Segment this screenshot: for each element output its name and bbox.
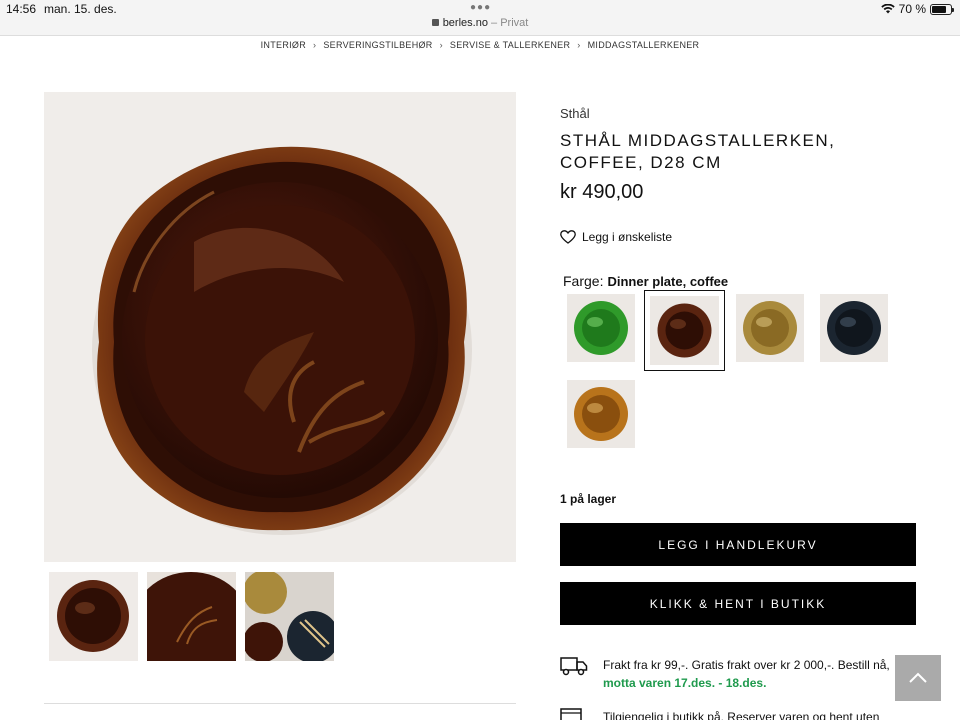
thumbnail-1[interactable] xyxy=(49,572,138,661)
product-title: STHÅL MIDDAGSTALLERKEN, COFFEE, D28 CM xyxy=(560,131,836,172)
add-to-cart-button[interactable]: LEGG I HANDLEKURV xyxy=(560,523,916,566)
thumbnail-3[interactable] xyxy=(245,572,334,661)
selected-color-value: Dinner plate, coffee xyxy=(607,274,729,289)
status-indicators: 70 % xyxy=(880,2,954,16)
store-availability: Tilgjengelig i butikk på. Reserver varen… xyxy=(560,706,960,720)
lock-icon xyxy=(431,19,439,26)
chevron-right-icon: › xyxy=(577,40,581,50)
breadcrumb-item[interactable]: SERVISE & TALLERKENER xyxy=(450,40,570,50)
status-bar: 14:56 man. 15. des. ●●● berles.no – Priv… xyxy=(0,0,960,36)
breadcrumb-item[interactable]: MIDDAGSTALLERKENER xyxy=(588,40,700,50)
product-main-image[interactable] xyxy=(44,92,516,562)
tab-dots-icon[interactable]: ●●● xyxy=(470,2,491,13)
color-label: Farge: Dinner plate, coffee xyxy=(563,273,729,289)
url-domain: berles.no xyxy=(442,17,488,29)
status-time: 14:56 xyxy=(6,2,37,16)
divider xyxy=(44,703,516,704)
heart-icon xyxy=(560,230,576,244)
status-date: man. 15. des. xyxy=(44,2,117,16)
swatch-dark-blue[interactable] xyxy=(820,294,888,362)
breadcrumb-item[interactable]: INTERIØR xyxy=(261,40,306,50)
thumbnail-strip xyxy=(49,572,334,661)
stock-status: 1 på lager xyxy=(560,492,617,506)
swatch-green[interactable] xyxy=(567,294,635,362)
breadcrumb-item[interactable]: SERVERINGSTILBEHØR xyxy=(323,40,432,50)
delivery-estimate: motta varen 17.des. - 18.des. xyxy=(603,676,767,690)
thumbnail-2[interactable] xyxy=(147,572,236,661)
truck-icon xyxy=(560,657,588,676)
plate-image xyxy=(92,146,472,535)
store-text: Tilgjengelig i butikk på. Reserver varen… xyxy=(603,710,880,720)
product-price: kr 490,00 xyxy=(560,181,644,203)
click-collect-button[interactable]: KLIKK & HENT I BUTIKK xyxy=(560,582,916,625)
chevron-up-icon xyxy=(909,672,927,683)
swatch-coffee[interactable] xyxy=(644,290,725,371)
swatch-amber[interactable] xyxy=(567,380,635,448)
wifi-icon xyxy=(880,4,895,14)
battery-percent: 70 % xyxy=(898,2,926,16)
product-brand[interactable]: Sthål xyxy=(560,106,590,121)
chevron-right-icon: › xyxy=(313,40,317,50)
battery-icon xyxy=(930,3,954,15)
url-bar[interactable]: berles.no – Privat xyxy=(0,17,960,29)
private-mode-label: – Privat xyxy=(491,17,529,29)
store-icon xyxy=(560,708,582,720)
shipping-text: Frakt fra kr 99,-. Gratis frakt over kr … xyxy=(603,658,890,672)
breadcrumb: INTERIØR › SERVERINGSTILBEHØR › SERVISE & TA… xyxy=(0,40,960,50)
wishlist-button[interactable]: Legg i ønskeliste xyxy=(560,230,672,244)
chevron-right-icon: › xyxy=(439,40,443,50)
scroll-to-top-button[interactable] xyxy=(895,655,941,701)
wishlist-label: Legg i ønskeliste xyxy=(582,230,673,244)
swatch-olive[interactable] xyxy=(736,294,804,362)
